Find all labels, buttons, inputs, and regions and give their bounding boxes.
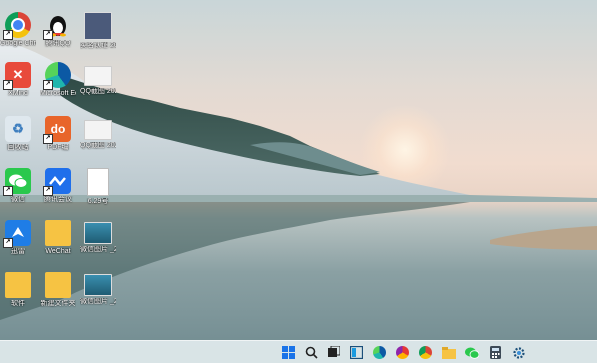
folder-icon — [45, 272, 71, 298]
shortcut-arrow-icon: ↗ — [43, 30, 53, 40]
edge-icon — [373, 346, 386, 359]
xunlei-bird-icon: ↗ — [3, 220, 31, 248]
edge-icon: ↗ — [43, 62, 71, 90]
shortcut-arrow-icon: ↗ — [43, 134, 53, 144]
settings-taskbar-button[interactable] — [511, 345, 526, 360]
edge-taskbar-button[interactable] — [372, 345, 387, 360]
qq-screenshot-file-2[interactable]: QQ截图 20210620... — [80, 120, 116, 150]
folder-icon — [441, 346, 456, 359]
task-view-icon — [328, 346, 340, 357]
qq-shortcut[interactable]: ↗ 腾讯QQ — [40, 12, 76, 48]
new-folder[interactable]: 新建文件夹 — [40, 272, 76, 308]
chrome-shortcut[interactable]: ↗ Google Chrome — [0, 12, 36, 48]
image-thumbnail-icon — [84, 120, 112, 140]
chrome-icon — [419, 346, 432, 359]
gear-icon — [512, 346, 525, 359]
file-explorer-taskbar-button[interactable] — [441, 345, 456, 360]
pdf-do-icon: do ↗ — [43, 116, 71, 144]
image-file-top[interactable]: 实名认证 2021062... — [80, 12, 116, 50]
qq-screenshot-file-1[interactable]: QQ截图 20210624... — [80, 66, 116, 96]
browser-taskbar-button[interactable] — [395, 345, 410, 360]
pdf-shortcut[interactable]: do ↗ PDF编 — [40, 116, 76, 152]
wechat-icon — [464, 347, 479, 359]
shortcut-arrow-icon: ↗ — [43, 186, 53, 196]
wechat-image-file-2[interactable]: 微信图片 _2021062... — [80, 274, 116, 306]
calculator-taskbar-button[interactable] — [488, 345, 503, 360]
image-thumbnail-icon — [84, 222, 112, 244]
shortcut-arrow-icon: ↗ — [3, 238, 13, 248]
chrome-taskbar-button[interactable] — [418, 345, 433, 360]
image-thumbnail-icon — [84, 66, 112, 86]
chrome-icon: ↗ — [3, 12, 31, 40]
folder-icon — [45, 220, 71, 246]
wechat-image-file-1[interactable]: 微信图片 _2021062... — [80, 222, 116, 254]
widgets-button[interactable] — [349, 345, 364, 360]
windows-logo-icon — [282, 346, 295, 359]
wechat-taskbar-button[interactable] — [464, 345, 479, 360]
wechat-shortcut[interactable]: ↗ 微信 — [0, 168, 36, 204]
recycle-bin-icon: ♻ — [5, 116, 31, 142]
image-thumbnail-icon — [84, 12, 112, 40]
wechat-icon: ↗ — [3, 168, 31, 196]
folder-icon — [5, 272, 31, 298]
qq-penguin-icon: ↗ — [43, 12, 71, 40]
software-folder[interactable]: 软件 — [0, 272, 36, 308]
start-button[interactable] — [281, 345, 296, 360]
document-icon — [87, 168, 109, 196]
shortcut-arrow-icon: ↗ — [3, 80, 13, 90]
image-thumbnail-icon — [84, 274, 112, 296]
search-button[interactable] — [304, 345, 319, 360]
calculator-icon — [490, 346, 501, 359]
tencent-meeting-icon: ↗ — [43, 168, 71, 196]
xunlei-shortcut[interactable]: ↗ 迅雷 — [0, 220, 36, 256]
shortcut-arrow-icon: ↗ — [3, 186, 13, 196]
search-icon — [305, 346, 318, 359]
document-629[interactable]: 6.29号 — [80, 168, 116, 206]
desktop: ↗ Google Chrome ✕ ↗ XMind ♻ 回收站 ↗ 微信 — [0, 0, 597, 363]
shortcut-arrow-icon: ↗ — [3, 30, 13, 40]
widgets-icon — [350, 346, 363, 359]
taskbar — [0, 340, 597, 363]
recycle-bin[interactable]: ♻ 回收站 — [0, 116, 36, 152]
browser-icon — [396, 346, 409, 359]
shortcut-arrow-icon: ↗ — [43, 80, 53, 90]
tencent-meeting-shortcut[interactable]: ↗ 腾讯会议 — [40, 168, 76, 204]
edge-shortcut[interactable]: ↗ Microsoft Edge — [40, 62, 76, 98]
task-view-button[interactable] — [326, 345, 341, 360]
xmind-icon: ✕ ↗ — [3, 62, 31, 90]
wechat-folder[interactable]: WeChat — [40, 220, 76, 256]
xmind-shortcut[interactable]: ✕ ↗ XMind — [0, 62, 36, 98]
